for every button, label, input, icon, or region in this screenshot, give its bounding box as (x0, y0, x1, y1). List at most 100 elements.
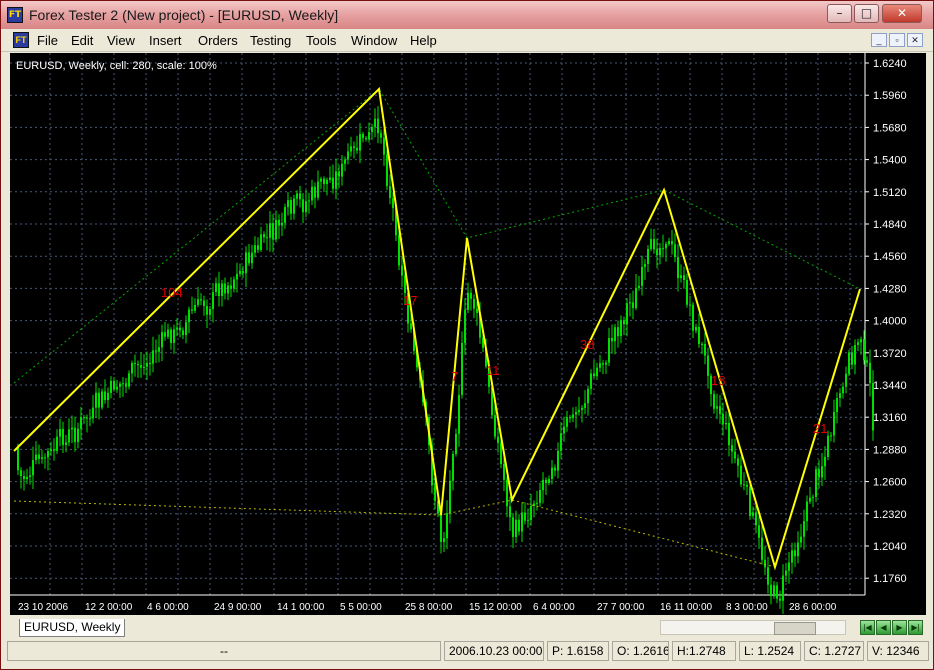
document-icon[interactable]: FT (13, 32, 29, 48)
candle-body (65, 442, 67, 445)
candle-body (845, 373, 847, 387)
tab-eurusd-weekly[interactable]: EURUSD, Weekly (19, 619, 126, 637)
candle-body (773, 585, 775, 597)
price-label: 1.4000 (873, 316, 907, 328)
candle-body (269, 223, 271, 238)
candle-body (77, 428, 79, 443)
candle-body (329, 177, 331, 180)
candle-body (449, 480, 451, 514)
candle-body (704, 343, 706, 356)
candle-body (245, 252, 247, 274)
candle-body (854, 344, 856, 365)
menu-tools[interactable]: Tools (306, 33, 336, 48)
candle-body (440, 513, 442, 543)
date-label: 25 8 00:00 (405, 602, 453, 613)
candle-body (569, 417, 571, 419)
candle-body (815, 469, 817, 497)
candle-body (512, 517, 514, 538)
candle-body (212, 292, 214, 310)
candle-body (299, 193, 301, 200)
candle-body (848, 352, 850, 374)
candle-body (689, 304, 691, 306)
candle-body (101, 391, 103, 408)
menu-testing[interactable]: Testing (250, 33, 291, 48)
candle-body (170, 329, 172, 343)
price-label: 1.4840 (873, 219, 907, 231)
candle-body (686, 279, 688, 305)
menu-window[interactable]: Window (351, 33, 397, 48)
candle-body (599, 363, 601, 368)
menu-orders[interactable]: Orders (198, 33, 238, 48)
candle-body (119, 383, 121, 387)
candle-body (386, 154, 388, 187)
menu-view[interactable]: View (107, 33, 135, 48)
candle-body (143, 366, 145, 368)
date-label: 8 3 00:00 (726, 602, 768, 613)
channel-line-upper (13, 88, 861, 384)
price-label: 1.2040 (873, 541, 907, 553)
candle-body (824, 456, 826, 467)
candle-body (173, 329, 175, 343)
candle-body (227, 285, 229, 294)
candle-body (257, 245, 259, 250)
candle-body (209, 309, 211, 315)
menu-insert[interactable]: Insert (149, 33, 182, 48)
play-icon[interactable]: ▶ (892, 620, 907, 635)
date-label: 16 11 00:00 (660, 602, 713, 613)
last-icon[interactable]: ▶| (908, 620, 923, 635)
horizontal-scrollbar[interactable] (660, 620, 846, 635)
minimize-button[interactable]: – (827, 4, 852, 23)
scroll-thumb[interactable] (774, 622, 816, 635)
candle-body (434, 485, 436, 501)
candle-body (23, 476, 25, 480)
candle-body (779, 598, 781, 601)
mdi-restore-button[interactable]: ▫ (889, 33, 905, 47)
candle-body (233, 279, 235, 289)
candle-body (203, 300, 205, 307)
menu-edit[interactable]: Edit (71, 33, 93, 48)
candle-body (311, 186, 313, 201)
prev-icon[interactable]: ◀ (876, 620, 891, 635)
candle-body (254, 245, 256, 253)
candle-body (659, 248, 661, 256)
menu-file[interactable]: File (37, 33, 58, 48)
candle-body (851, 352, 853, 365)
wave-label: 21 (813, 421, 827, 436)
menu-bar: FT File Edit View Insert Orders Testing … (1, 29, 933, 52)
candle-body (647, 248, 649, 264)
candle-body (632, 302, 634, 308)
maximize-button[interactable]: □ (854, 4, 879, 23)
candle-body (116, 386, 118, 390)
candle-body (443, 538, 445, 543)
candle-body (836, 398, 838, 413)
candle-body (839, 393, 841, 399)
candle-body (545, 479, 547, 484)
candle-body (458, 394, 460, 434)
candle-body (497, 436, 499, 443)
candle-body (122, 383, 124, 385)
candle-body (680, 275, 682, 278)
first-icon[interactable]: |◀ (860, 620, 875, 635)
candle-body (770, 584, 772, 597)
candle-body (776, 585, 778, 599)
mdi-minimize-button[interactable]: _ (871, 33, 887, 47)
menu-help[interactable]: Help (410, 33, 437, 48)
price-label: 1.1760 (873, 573, 907, 585)
date-label: 15 12 00:00 (469, 602, 522, 613)
candle-body (146, 362, 148, 367)
price-chart[interactable]: 1.6240 1.5960 1.5680 1.5400 1.5120 1.4840 1.45… (10, 53, 926, 615)
candle-body (542, 479, 544, 491)
candle-body (296, 193, 298, 199)
candle-body (755, 512, 757, 526)
candle-body (734, 451, 736, 459)
candle-body (725, 422, 727, 425)
candle-body (128, 373, 130, 387)
candle-body (509, 506, 511, 518)
candle-body (794, 550, 796, 557)
candle-body (590, 373, 592, 389)
mdi-close-button[interactable]: ✕ (907, 33, 923, 47)
chart-canvas[interactable]: 1.6240 1.5960 1.5680 1.5400 1.5120 1.4840 1.45… (10, 53, 926, 615)
close-button[interactable]: ✕ (882, 4, 922, 23)
title-bar[interactable]: FT Forex Tester 2 (New project) - [EURUS… (1, 1, 933, 29)
candle-body (812, 496, 814, 498)
